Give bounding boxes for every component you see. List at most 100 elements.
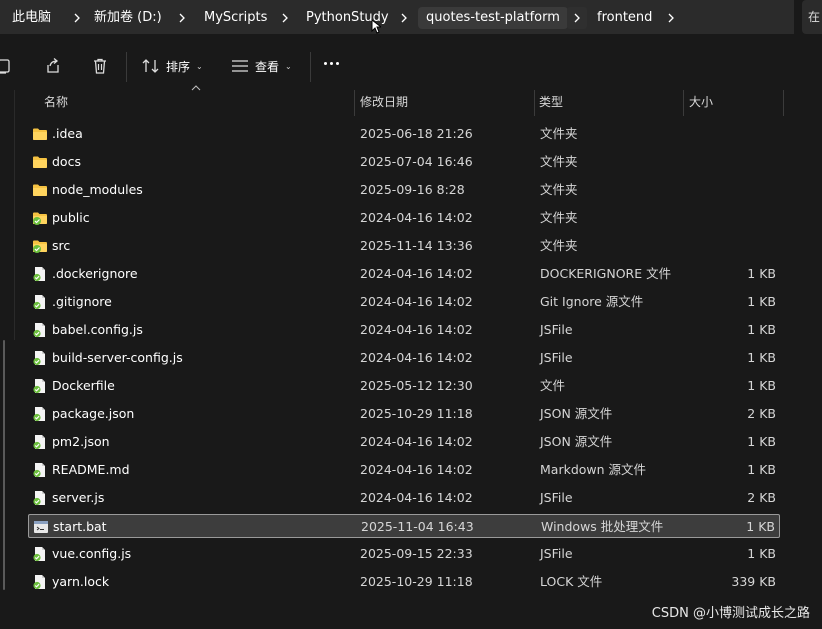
- folder-synced-icon: [32, 210, 48, 226]
- sort-button-label: 排序: [166, 59, 191, 74]
- sort-button[interactable]: 排序 ⌄: [142, 54, 203, 78]
- file-icon: [32, 294, 48, 310]
- file-modified-date: 2024-04-16 14:02: [360, 266, 473, 281]
- file-row[interactable]: .dockerignore 2024-04-16 14:02 DOCKERIGNOR…: [28, 262, 780, 286]
- breadcrumb-drive-d[interactable]: 新加卷 (D:): [94, 7, 162, 29]
- file-name: src: [52, 238, 71, 253]
- breadcrumb-quotes-test-platform[interactable]: quotes-test-platform: [418, 7, 568, 29]
- file-row[interactable]: package.json 2025-10-29 11:18 JSON 源文件 2 KB: [28, 402, 780, 426]
- file-modified-date: 2024-04-16 14:02: [360, 350, 473, 365]
- column-header-name[interactable]: 名称: [36, 90, 354, 116]
- file-icon: [32, 574, 48, 590]
- file-name: build-server-config.js: [52, 350, 183, 365]
- file-size: 2 KB: [747, 406, 776, 421]
- column-header-size[interactable]: 大小: [681, 90, 783, 116]
- delete-icon[interactable]: [89, 55, 111, 77]
- file-name: Dockerfile: [52, 378, 115, 393]
- file-row[interactable]: Dockerfile 2025-05-12 12:30 文件 1 KB: [28, 374, 780, 398]
- file-name: package.json: [52, 406, 135, 421]
- file-name: babel.config.js: [52, 322, 143, 337]
- chevron-right-icon[interactable]: [278, 7, 292, 29]
- file-modified-date: 2024-04-16 14:02: [360, 210, 473, 225]
- toolbar-divider: [126, 52, 127, 82]
- folder-icon: [32, 182, 48, 198]
- file-row[interactable]: babel.config.js 2024-04-16 14:02 JSFile 1 K…: [28, 318, 780, 342]
- file-type: 文件夹: [540, 238, 578, 253]
- file-modified-date: 2024-04-16 14:02: [360, 490, 473, 505]
- file-icon: [32, 490, 48, 506]
- view-icon: [232, 60, 248, 72]
- file-size: 1 KB: [747, 266, 776, 281]
- address-bar[interactable]: 此电脑 新加卷 (D:) MyScripts PythonStudy quote…: [0, 0, 794, 34]
- file-modified-date: 2025-10-29 11:18: [360, 406, 473, 421]
- file-row[interactable]: node_modules 2025-09-16 8:28 文件夹: [28, 178, 780, 202]
- file-name: start.bat: [53, 519, 107, 534]
- chevron-down-icon: ⌄: [285, 61, 292, 71]
- folder-synced-icon: [32, 238, 48, 254]
- more-icon[interactable]: [324, 62, 339, 65]
- chevron-right-icon[interactable]: [567, 7, 587, 29]
- view-button-label: 查看: [255, 59, 280, 74]
- chevron-right-icon[interactable]: [664, 7, 678, 29]
- file-name: vue.config.js: [52, 546, 132, 561]
- batch-file-icon: [33, 519, 49, 535]
- file-row[interactable]: src 2025-11-14 13:36 文件夹: [28, 234, 780, 258]
- file-modified-date: 2025-05-12 12:30: [360, 378, 473, 393]
- chevron-right-icon[interactable]: [397, 7, 411, 29]
- scrollbar[interactable]: [3, 340, 5, 590]
- file-modified-date: 2025-09-15 22:33: [360, 546, 473, 561]
- breadcrumb-this-pc[interactable]: 此电脑: [12, 7, 51, 29]
- file-modified-date: 2025-06-18 21:26: [360, 126, 473, 141]
- file-row[interactable]: public 2024-04-16 14:02 文件夹: [28, 206, 780, 230]
- file-row[interactable]: vue.config.js 2025-09-15 22:33 JSFile 1 KB: [28, 542, 780, 566]
- file-row[interactable]: README.md 2024-04-16 14:02 Markdown 源文件 1 K…: [28, 458, 780, 482]
- file-row[interactable]: start.bat 2025-11-04 16:43 Windows 批处理文件 1 …: [28, 514, 780, 538]
- file-size: 1 KB: [747, 322, 776, 337]
- column-divider[interactable]: [783, 90, 784, 116]
- file-row[interactable]: .gitignore 2024-04-16 14:02 Git Ignore 源文件…: [28, 290, 780, 314]
- file-icon: [32, 434, 48, 450]
- view-button[interactable]: 查看 ⌄: [231, 54, 292, 78]
- column-header-type[interactable]: 类型: [531, 90, 683, 116]
- file-size: 1 KB: [747, 378, 776, 393]
- chevron-right-icon[interactable]: [70, 7, 84, 29]
- copy-icon[interactable]: [0, 55, 14, 77]
- search-box-label: 在: [808, 10, 821, 24]
- share-icon[interactable]: [42, 55, 64, 77]
- file-modified-date: 2025-09-16 8:28: [360, 182, 465, 197]
- breadcrumb-frontend[interactable]: frontend: [597, 7, 652, 29]
- file-row[interactable]: yarn.lock 2025-10-29 11:18 LOCK 文件 339 KB: [28, 570, 780, 594]
- file-modified-date: 2025-11-14 13:36: [360, 238, 473, 253]
- column-header: 名称 修改日期 类型 大小: [0, 90, 822, 116]
- file-type: LOCK 文件: [540, 574, 603, 589]
- file-row[interactable]: .idea 2025-06-18 21:26 文件夹: [28, 122, 780, 146]
- file-type: JSFile: [540, 490, 573, 505]
- toolbar-divider: [310, 52, 311, 82]
- file-modified-date: 2024-04-16 14:02: [360, 322, 473, 337]
- chevron-right-icon[interactable]: [175, 7, 189, 29]
- column-header-modified[interactable]: 修改日期: [352, 90, 534, 116]
- file-type: JSON 源文件: [540, 406, 613, 421]
- file-type: JSFile: [540, 546, 573, 561]
- file-name: pm2.json: [52, 434, 110, 449]
- file-icon: [32, 350, 48, 366]
- file-name: README.md: [52, 462, 130, 477]
- file-size: 1 KB: [747, 434, 776, 449]
- file-icon: [32, 406, 48, 422]
- file-modified-date: 2025-11-04 16:43: [361, 519, 474, 534]
- file-row[interactable]: build-server-config.js 2024-04-16 14:02 JS…: [28, 346, 780, 370]
- file-type: JSON 源文件: [540, 434, 613, 449]
- file-row[interactable]: pm2.json 2024-04-16 14:02 JSON 源文件 1 KB: [28, 430, 780, 454]
- sort-icon: [142, 59, 159, 73]
- file-name: node_modules: [52, 182, 143, 197]
- file-name: public: [52, 210, 90, 225]
- file-row[interactable]: server.js 2024-04-16 14:02 JSFile 2 KB: [28, 486, 780, 510]
- file-size: 1 KB: [747, 350, 776, 365]
- file-name: .idea: [52, 126, 83, 141]
- file-row[interactable]: docs 2025-07-04 16:46 文件夹: [28, 150, 780, 174]
- search-box[interactable]: 在: [802, 0, 822, 34]
- file-type: 文件夹: [540, 210, 578, 225]
- file-type: 文件夹: [540, 182, 578, 197]
- file-type: 文件: [540, 378, 566, 393]
- breadcrumb-myscripts[interactable]: MyScripts: [204, 7, 267, 29]
